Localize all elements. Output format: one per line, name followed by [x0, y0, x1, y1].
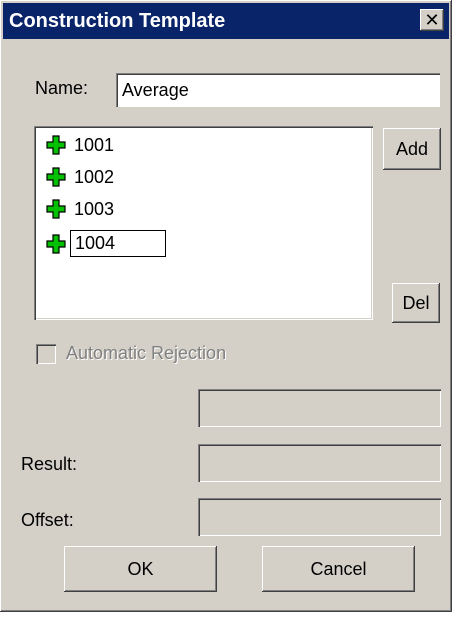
list-item[interactable]: 1002: [46, 166, 118, 194]
list-item-editing[interactable]: 1004: [46, 230, 167, 258]
plus-icon: [46, 135, 66, 155]
automatic-rejection-checkbox[interactable]: [36, 344, 56, 364]
list-item-label: 1001: [74, 134, 115, 155]
construction-template-dialog: Construction Template ✕ Name: 1001 1002 …: [0, 0, 452, 612]
offset-field: [198, 498, 441, 536]
result-field: [198, 444, 441, 482]
title-bar[interactable]: Construction Template ✕: [3, 3, 449, 39]
window-title: Construction Template: [9, 10, 226, 32]
unlabeled-field: [198, 389, 441, 427]
list-item[interactable]: 1003: [46, 198, 118, 226]
list-item-edit-field[interactable]: 1004: [70, 230, 167, 257]
add-button[interactable]: Add: [383, 128, 441, 170]
automatic-rejection-label: Automatic Rejection: [66, 343, 227, 363]
name-label: Name:: [35, 78, 89, 98]
template-listbox[interactable]: 1001 1002 1003 1004: [34, 126, 373, 320]
result-label: Result:: [21, 454, 78, 474]
cancel-button[interactable]: Cancel: [262, 546, 415, 592]
close-button[interactable]: ✕: [420, 9, 444, 31]
plus-icon: [46, 199, 66, 219]
list-item-label: 1003: [74, 198, 115, 219]
offset-label: Offset:: [21, 510, 74, 530]
plus-icon: [46, 233, 66, 254]
plus-icon: [46, 167, 66, 187]
list-item[interactable]: 1001: [46, 134, 118, 162]
name-input[interactable]: [116, 73, 440, 107]
ok-button[interactable]: OK: [64, 546, 217, 592]
del-button[interactable]: Del: [392, 283, 440, 323]
list-item-label: 1002: [74, 166, 115, 187]
